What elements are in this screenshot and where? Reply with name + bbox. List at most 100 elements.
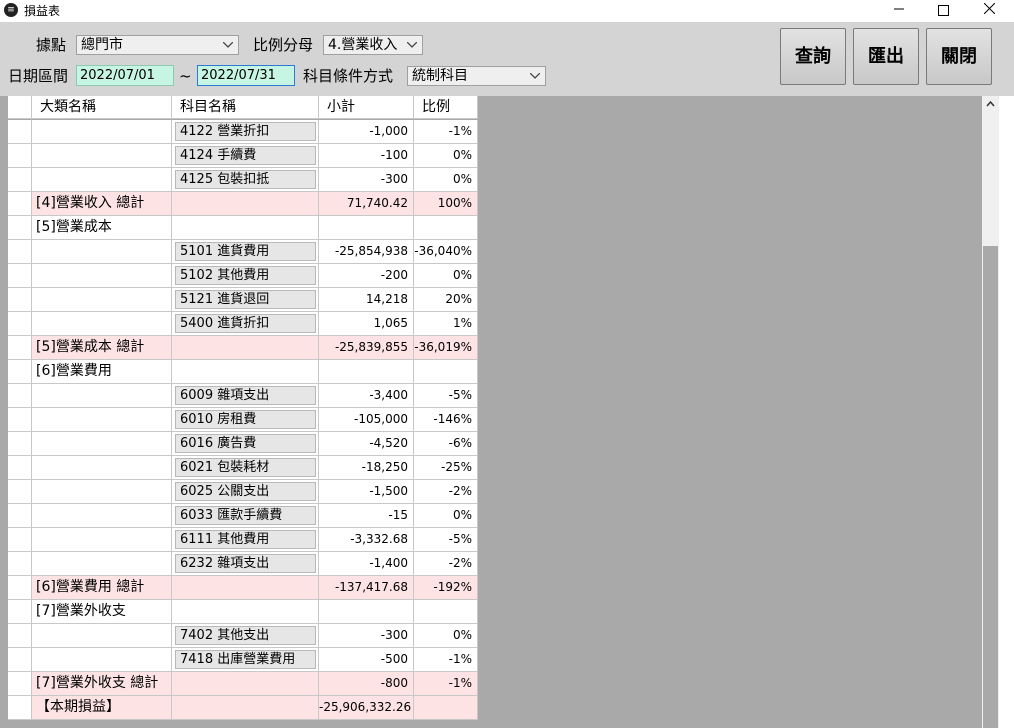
subtotal-cell[interactable]: -500 — [319, 648, 414, 672]
subtotal-cell[interactable]: -25,839,855 — [319, 336, 414, 360]
account-cell[interactable]: 5102 其他費用 — [172, 264, 319, 288]
scroll-up-button[interactable] — [982, 96, 999, 113]
ratio-cell[interactable]: 0% — [414, 264, 478, 288]
table-row[interactable]: 6021 包裝耗材 -18,250 -25% — [8, 456, 478, 480]
ratio-cell[interactable]: 0% — [414, 168, 478, 192]
subtotal-cell[interactable]: -300 — [319, 168, 414, 192]
ratio-cell[interactable]: 1% — [414, 312, 478, 336]
account-cell[interactable]: 4122 營業折扣 — [172, 120, 319, 144]
account-button[interactable]: 6111 其他費用 — [175, 530, 316, 549]
table-row[interactable]: 5400 進貨折扣 1,065 1% — [8, 312, 478, 336]
table-row[interactable]: [5]營業成本 — [8, 216, 478, 240]
account-button[interactable]: 6033 匯款手續費 — [175, 506, 316, 525]
row-header[interactable] — [8, 120, 32, 144]
row-header[interactable] — [8, 192, 32, 216]
subtotal-cell[interactable] — [319, 600, 414, 624]
category-cell[interactable]: [5]營業成本 總計 — [32, 336, 172, 360]
row-header[interactable] — [8, 504, 32, 528]
row-header[interactable] — [8, 384, 32, 408]
account-cell[interactable]: 6009 雜項支出 — [172, 384, 319, 408]
account-cell[interactable]: 5121 進貨退回 — [172, 288, 319, 312]
table-row[interactable]: 4122 營業折扣 -1,000 -1% — [8, 120, 478, 144]
account-cell[interactable]: 4125 包裝扣抵 — [172, 168, 319, 192]
category-cell[interactable]: [6]營業費用 — [32, 360, 172, 384]
table-row[interactable]: 7402 其他支出 -300 0% — [8, 624, 478, 648]
maximize-button[interactable] — [920, 0, 966, 22]
subtotal-cell[interactable]: -1,400 — [319, 552, 414, 576]
ratio-cell[interactable] — [414, 216, 478, 240]
table-row[interactable]: [5]營業成本 總計 -25,839,855 -36,019% — [8, 336, 478, 360]
subtotal-cell[interactable]: -800 — [319, 672, 414, 696]
row-header[interactable] — [8, 288, 32, 312]
account-cell[interactable]: 5400 進貨折扣 — [172, 312, 319, 336]
subtotal-cell[interactable]: 71,740.42 — [319, 192, 414, 216]
ratio-cell[interactable]: -25% — [414, 456, 478, 480]
location-select[interactable]: 總門市 — [76, 35, 239, 55]
subtotal-cell[interactable]: 14,218 — [319, 288, 414, 312]
account-cell[interactable] — [172, 672, 319, 696]
export-button[interactable]: 匯出 — [853, 28, 919, 85]
account-button[interactable]: 6025 公關支出 — [175, 482, 316, 501]
table-row[interactable]: [7]營業外收支 — [8, 600, 478, 624]
category-cell[interactable] — [32, 456, 172, 480]
row-header[interactable] — [8, 456, 32, 480]
ratio-cell[interactable]: 100% — [414, 192, 478, 216]
row-header[interactable] — [8, 672, 32, 696]
ratio-cell[interactable]: -36,040% — [414, 240, 478, 264]
date-from-input[interactable]: 2022/07/01 — [76, 65, 174, 86]
subtotal-cell[interactable]: -18,250 — [319, 456, 414, 480]
category-cell[interactable] — [32, 264, 172, 288]
account-button[interactable]: 7418 出庫營業費用 — [175, 650, 316, 669]
table-row[interactable]: 6009 雜項支出 -3,400 -5% — [8, 384, 478, 408]
category-cell[interactable] — [32, 504, 172, 528]
subtotal-cell[interactable]: -25,854,938 — [319, 240, 414, 264]
row-header[interactable] — [8, 240, 32, 264]
account-button[interactable]: 6021 包裝耗材 — [175, 458, 316, 477]
table-row[interactable]: 4125 包裝扣抵 -300 0% — [8, 168, 478, 192]
row-header[interactable] — [8, 624, 32, 648]
subtotal-cell[interactable] — [319, 216, 414, 240]
ratio-cell[interactable]: -6% — [414, 432, 478, 456]
date-to-input[interactable]: 2022/07/31 — [197, 65, 295, 86]
table-row[interactable]: 6010 房租費 -105,000 -146% — [8, 408, 478, 432]
account-button[interactable]: 5102 其他費用 — [175, 266, 316, 285]
ratio-cell[interactable]: -1% — [414, 672, 478, 696]
category-cell[interactable]: 【本期損益】 — [32, 696, 172, 720]
category-cell[interactable] — [32, 240, 172, 264]
account-cell[interactable]: 7418 出庫營業費用 — [172, 648, 319, 672]
ratio-select[interactable]: 4.營業收入 — [323, 35, 423, 55]
account-button[interactable]: 7402 其他支出 — [175, 626, 316, 645]
category-cell[interactable] — [32, 624, 172, 648]
table-row[interactable]: 6033 匯款手續費 -15 0% — [8, 504, 478, 528]
category-cell[interactable]: [5]營業成本 — [32, 216, 172, 240]
account-cell[interactable] — [172, 576, 319, 600]
account-cell[interactable]: 6111 其他費用 — [172, 528, 319, 552]
ratio-cell[interactable]: -5% — [414, 384, 478, 408]
account-cell[interactable] — [172, 600, 319, 624]
category-cell[interactable] — [32, 384, 172, 408]
category-cell[interactable] — [32, 312, 172, 336]
table-row[interactable]: 7418 出庫營業費用 -500 -1% — [8, 648, 478, 672]
close-window-button[interactable] — [966, 0, 1012, 22]
row-header[interactable] — [8, 696, 32, 720]
account-cell[interactable]: 7402 其他支出 — [172, 624, 319, 648]
subtotal-cell[interactable]: -1,000 — [319, 120, 414, 144]
category-cell[interactable] — [32, 288, 172, 312]
subtotal-cell[interactable]: -100 — [319, 144, 414, 168]
account-button[interactable]: 5101 進貨費用 — [175, 242, 316, 261]
subtotal-cell[interactable]: -25,906,332.26 — [319, 696, 414, 720]
table-row[interactable]: 4124 手續費 -100 0% — [8, 144, 478, 168]
minimize-button[interactable] — [876, 0, 922, 22]
column-header-subtotal[interactable]: 小計 — [319, 96, 414, 119]
subtotal-cell[interactable]: -105,000 — [319, 408, 414, 432]
subtotal-cell[interactable]: -200 — [319, 264, 414, 288]
row-header[interactable] — [8, 600, 32, 624]
category-cell[interactable] — [32, 432, 172, 456]
account-button[interactable]: 6010 房租費 — [175, 410, 316, 429]
subtotal-cell[interactable]: -1,500 — [319, 480, 414, 504]
ratio-cell[interactable]: -192% — [414, 576, 478, 600]
row-header[interactable] — [8, 168, 32, 192]
row-header[interactable] — [8, 576, 32, 600]
row-header[interactable] — [8, 552, 32, 576]
account-button[interactable]: 6232 雜項支出 — [175, 554, 316, 573]
